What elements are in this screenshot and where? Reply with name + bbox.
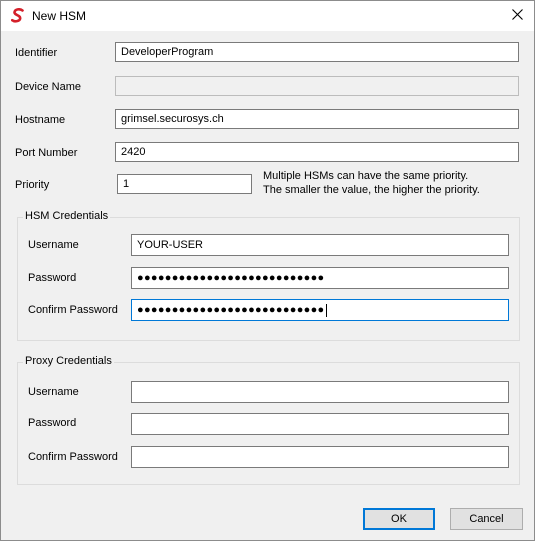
hsm-username-field[interactable]: YOUR-USER bbox=[131, 234, 509, 256]
close-icon bbox=[511, 9, 523, 23]
text-caret bbox=[325, 303, 327, 317]
port-number-field[interactable]: 2420 bbox=[115, 142, 519, 162]
hsm-password-label: Password bbox=[28, 272, 77, 284]
title-bar: New HSM bbox=[1, 1, 534, 31]
device-name-label: Device Name bbox=[15, 81, 82, 93]
proxy-confirm-password-field[interactable] bbox=[131, 446, 509, 468]
window-title: New HSM bbox=[32, 9, 87, 23]
ok-button[interactable]: OK bbox=[363, 508, 435, 530]
hostname-value: grimsel.securosys.ch bbox=[121, 113, 224, 125]
proxy-username-label: Username bbox=[28, 386, 79, 398]
hsm-username-label: Username bbox=[28, 239, 79, 251]
priority-label: Priority bbox=[15, 179, 50, 191]
priority-field[interactable]: 1 bbox=[117, 174, 252, 194]
proxy-password-label: Password bbox=[28, 417, 77, 429]
hostname-label: Hostname bbox=[15, 114, 66, 126]
proxy-password-field[interactable] bbox=[131, 413, 509, 435]
proxy-confirm-password-label: Confirm Password bbox=[28, 451, 118, 463]
hsm-credentials-legend: HSM Credentials bbox=[23, 210, 111, 222]
proxy-username-field[interactable] bbox=[131, 381, 509, 403]
identifier-label: Identifier bbox=[15, 47, 58, 59]
hsm-confirm-password-field[interactable]: ●●●●●●●●●●●●●●●●●●●●●●●●●●● bbox=[131, 299, 509, 321]
cancel-button-label: Cancel bbox=[469, 513, 504, 525]
ok-button-label: OK bbox=[391, 513, 407, 525]
hsm-username-value: YOUR-USER bbox=[137, 239, 204, 251]
hostname-field[interactable]: grimsel.securosys.ch bbox=[115, 109, 519, 129]
priority-note-line-1: Multiple HSMs can have the same priority… bbox=[263, 170, 469, 182]
proxy-credentials-legend: Proxy Credentials bbox=[23, 355, 114, 367]
cancel-button[interactable]: Cancel bbox=[450, 508, 523, 530]
hsm-password-value: ●●●●●●●●●●●●●●●●●●●●●●●●●●● bbox=[137, 272, 325, 284]
hsm-password-field[interactable]: ●●●●●●●●●●●●●●●●●●●●●●●●●●● bbox=[131, 267, 509, 289]
securosys-logo-icon bbox=[10, 8, 25, 24]
priority-note-line-2: The smaller the value, the higher the pr… bbox=[263, 184, 480, 196]
port-number-label: Port Number bbox=[15, 147, 78, 159]
new-hsm-dialog: New HSM Identifier DeveloperProgram Devi… bbox=[0, 0, 535, 541]
port-number-value: 2420 bbox=[121, 146, 146, 158]
hsm-confirm-password-label: Confirm Password bbox=[28, 304, 118, 316]
close-button[interactable] bbox=[500, 1, 534, 31]
hsm-confirm-password-value: ●●●●●●●●●●●●●●●●●●●●●●●●●●● bbox=[137, 304, 325, 316]
identifier-field[interactable]: DeveloperProgram bbox=[115, 42, 519, 62]
identifier-value: DeveloperProgram bbox=[121, 46, 214, 58]
priority-value: 1 bbox=[123, 178, 130, 190]
device-name-field[interactable] bbox=[115, 76, 519, 96]
